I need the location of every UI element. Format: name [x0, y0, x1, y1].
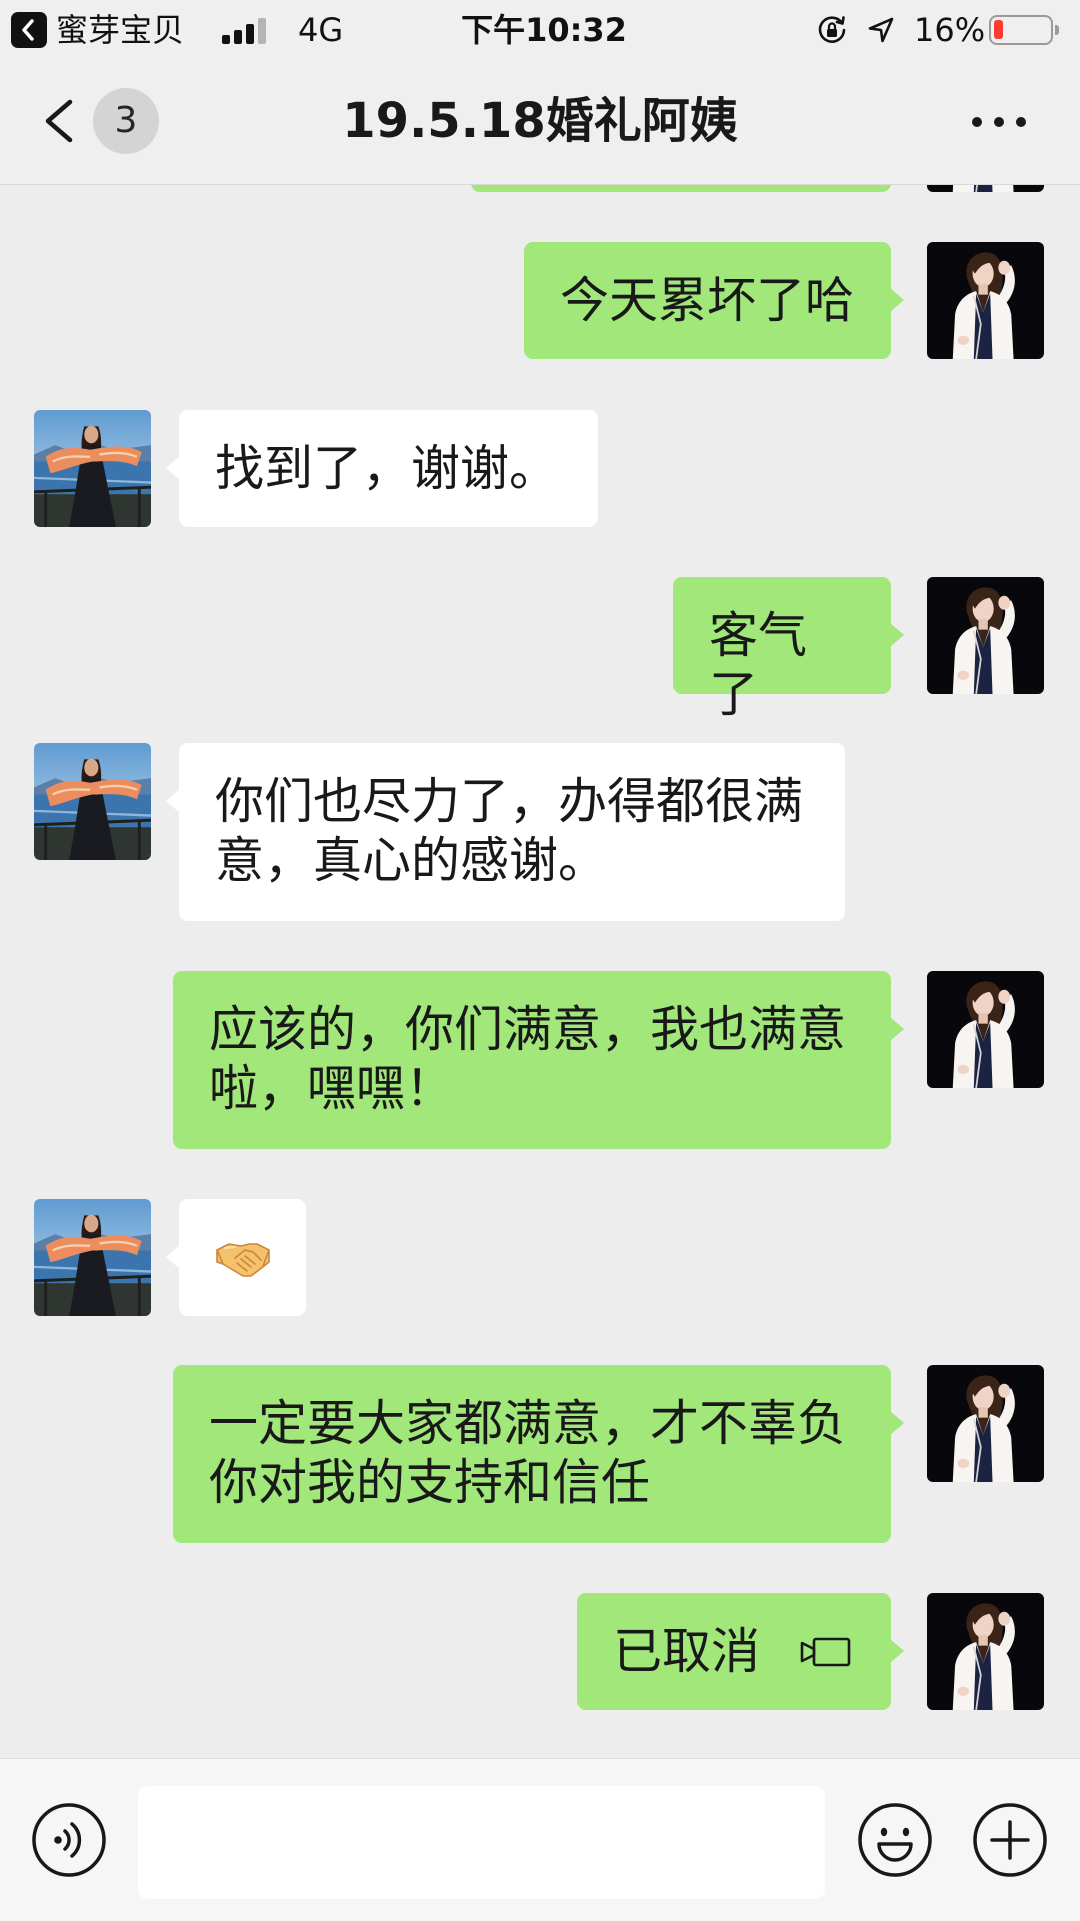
message-input-box[interactable]	[138, 1786, 825, 1899]
message-text: 已取消	[613, 1623, 761, 1680]
voice-input-button[interactable]	[31, 1802, 107, 1878]
more-dots-icon	[972, 117, 1026, 127]
signal-strength-icon	[222, 17, 268, 44]
chat-message-list[interactable]: 今天累坏了哈 找到了，谢谢。 客气了 你们也尽力了，办得都很满意，真心的感谢。 …	[0, 185, 1080, 1758]
battery-percent: 16%	[914, 11, 986, 49]
message-text: 一定要大家都满意，才不辜负你对我的支持和信任	[209, 1395, 847, 1511]
emoji-icon	[858, 1803, 932, 1877]
emoji-button[interactable]	[857, 1802, 933, 1878]
message-text: 你们也尽力了，办得都很满意，真心的感谢。	[215, 773, 804, 889]
video-call-icon	[800, 1637, 851, 1666]
message-bubble[interactable]: 你们也尽力了，办得都很满意，真心的感谢。	[166, 743, 845, 921]
message-bubble[interactable]: 应该的，你们满意，我也满意啦，嘿嘿！	[173, 971, 904, 1149]
battery-nub	[1055, 25, 1059, 35]
handshake-emoji	[216, 1243, 270, 1277]
message-bubble[interactable]: 客气了	[673, 577, 904, 723]
message-text: 找到了，谢谢。	[215, 440, 559, 497]
message-text: 客气了	[709, 607, 808, 723]
more-button[interactable]	[970, 114, 1028, 128]
back-button[interactable]	[40, 97, 80, 145]
message-input[interactable]	[138, 1786, 825, 1899]
message-bubble[interactable]: 一定要大家都满意，才不辜负你对我的支持和信任	[173, 1365, 904, 1543]
network-type: 4G	[298, 11, 344, 49]
self-avatar[interactable]	[927, 971, 1044, 1088]
signal-bar	[234, 30, 242, 44]
message-bubble[interactable]: 今天累坏了哈	[524, 242, 904, 359]
self-avatar[interactable]	[927, 1593, 1044, 1710]
message-text: 今天累坏了哈	[560, 272, 855, 329]
status-bar: 蜜芽宝贝 4G 下午10:32 16%	[0, 0, 1080, 61]
message-text: 应该的，你们满意，我也满意啦，嘿嘿！	[209, 1001, 847, 1117]
location-arrow-icon	[867, 16, 895, 44]
back-to-app-icon[interactable]	[11, 12, 47, 48]
battery-fill	[994, 20, 1003, 39]
contact-avatar[interactable]	[34, 1199, 151, 1316]
plus-icon	[973, 1803, 1047, 1877]
more-actions-button[interactable]	[972, 1802, 1048, 1878]
battery-icon	[989, 15, 1053, 45]
chat-title: 19.5.18婚礼阿姨	[342, 93, 738, 149]
call-message-bubble[interactable]: 已取消	[577, 1593, 904, 1710]
unread-count: 3	[114, 100, 138, 141]
voice-input-icon	[32, 1803, 106, 1877]
self-avatar[interactable]	[927, 185, 1044, 192]
signal-bar	[246, 24, 254, 44]
message-bubble[interactable]: 找到了，谢谢。	[166, 410, 598, 527]
contact-avatar[interactable]	[34, 743, 151, 860]
contact-avatar[interactable]	[34, 410, 151, 527]
signal-bar	[258, 18, 266, 44]
message-bubble[interactable]	[471, 185, 891, 192]
orientation-lock-icon	[816, 14, 848, 46]
clock: 下午10:32	[461, 11, 627, 49]
input-bar	[0, 1758, 1080, 1921]
self-avatar[interactable]	[927, 1365, 1044, 1482]
chevron-left-icon	[45, 99, 73, 143]
signal-bar	[222, 35, 230, 44]
back-to-app-label[interactable]: 蜜芽宝贝	[56, 9, 184, 51]
message-bubble[interactable]	[166, 1199, 306, 1316]
self-avatar[interactable]	[927, 577, 1044, 694]
self-avatar[interactable]	[927, 242, 1044, 359]
